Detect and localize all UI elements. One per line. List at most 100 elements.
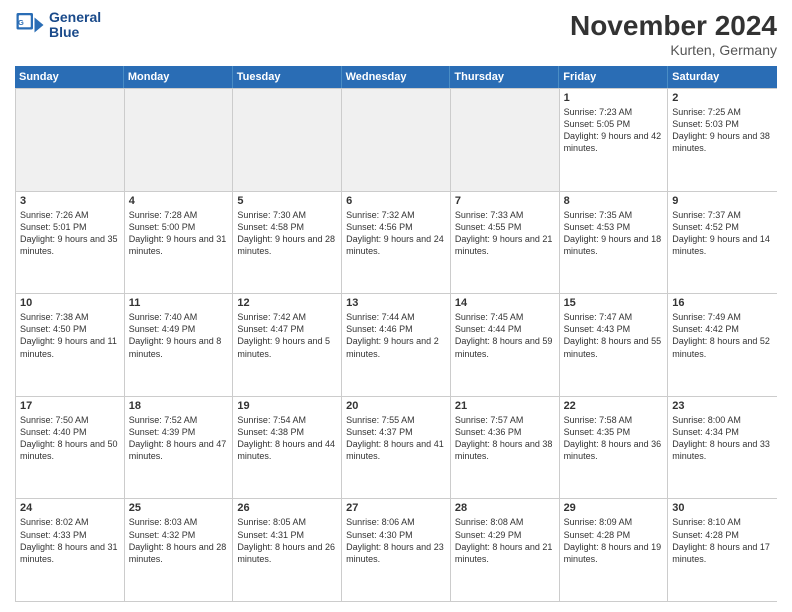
calendar-cell: 13 Sunrise: 7:44 AM Sunset: 4:46 PM Dayli… [342, 294, 451, 396]
header: G General Blue November 2024 Kurten, Ger… [15, 10, 777, 58]
day-number: 11 [129, 297, 229, 309]
title-block: November 2024 Kurten, Germany [570, 10, 777, 58]
day-number: 19 [237, 400, 337, 412]
day-info: Sunrise: 7:38 AM Sunset: 4:50 PM Dayligh… [20, 311, 120, 360]
day-info: Sunrise: 8:06 AM Sunset: 4:30 PM Dayligh… [346, 516, 446, 565]
calendar-cell: 23 Sunrise: 8:00 AM Sunset: 4:34 PM Dayli… [668, 397, 777, 499]
calendar-cell: 29 Sunrise: 8:09 AM Sunset: 4:28 PM Dayli… [560, 499, 669, 601]
calendar-cell: 26Sunrise: 8:05 AM Sunset: 4:31 PM Dayli… [233, 499, 342, 601]
calendar-cell: 10Sunrise: 7:38 AM Sunset: 4:50 PM Dayli… [16, 294, 125, 396]
logo-line2: Blue [49, 25, 101, 40]
calendar-day-header: Sunday [15, 66, 124, 88]
day-info: Sunrise: 8:08 AM Sunset: 4:29 PM Dayligh… [455, 516, 555, 565]
calendar-week: 3Sunrise: 7:26 AM Sunset: 5:01 PM Daylig… [16, 191, 777, 294]
logo: G General Blue [15, 10, 101, 41]
day-info: Sunrise: 7:32 AM Sunset: 4:56 PM Dayligh… [346, 209, 446, 258]
calendar-body: 1 Sunrise: 7:23 AM Sunset: 5:05 PM Daylig… [15, 88, 777, 602]
day-info: Sunrise: 7:35 AM Sunset: 4:53 PM Dayligh… [564, 209, 664, 258]
calendar-cell [451, 89, 560, 191]
location: Kurten, Germany [570, 42, 777, 58]
day-info: Sunrise: 7:55 AM Sunset: 4:37 PM Dayligh… [346, 414, 446, 463]
calendar-cell: 12Sunrise: 7:42 AM Sunset: 4:47 PM Dayli… [233, 294, 342, 396]
day-number: 18 [129, 400, 229, 412]
calendar-week: 17 Sunrise: 7:50 AM Sunset: 4:40 PM Dayli… [16, 396, 777, 499]
calendar-day-header: Wednesday [342, 66, 451, 88]
day-number: 12 [237, 297, 337, 309]
day-number: 28 [455, 502, 555, 514]
day-info: Sunrise: 7:30 AM Sunset: 4:58 PM Dayligh… [237, 209, 337, 258]
calendar-cell: 22 Sunrise: 7:58 AM Sunset: 4:35 PM Dayli… [560, 397, 669, 499]
day-number: 5 [237, 195, 337, 207]
day-info: Sunrise: 7:57 AM Sunset: 4:36 PM Dayligh… [455, 414, 555, 463]
calendar-cell [342, 89, 451, 191]
day-number: 25 [129, 502, 229, 514]
day-info: Sunrise: 7:49 AM Sunset: 4:42 PM Dayligh… [672, 311, 773, 360]
day-number: 22 [564, 400, 664, 412]
calendar-cell: 11 Sunrise: 7:40 AM Sunset: 4:49 PM Dayli… [125, 294, 234, 396]
day-number: 23 [672, 400, 773, 412]
calendar-cell: 4 Sunrise: 7:28 AM Sunset: 5:00 PM Daylig… [125, 192, 234, 294]
day-info: Sunrise: 7:58 AM Sunset: 4:35 PM Dayligh… [564, 414, 664, 463]
day-number: 30 [672, 502, 773, 514]
calendar-cell: 14 Sunrise: 7:45 AM Sunset: 4:44 PM Dayli… [451, 294, 560, 396]
calendar-cell [125, 89, 234, 191]
month-year: November 2024 [570, 10, 777, 42]
day-number: 17 [20, 400, 120, 412]
logo-text: General Blue [49, 10, 101, 41]
calendar-cell: 27 Sunrise: 8:06 AM Sunset: 4:30 PM Dayli… [342, 499, 451, 601]
calendar-week: 10Sunrise: 7:38 AM Sunset: 4:50 PM Dayli… [16, 293, 777, 396]
calendar-cell: 1 Sunrise: 7:23 AM Sunset: 5:05 PM Daylig… [560, 89, 669, 191]
calendar-day-header: Thursday [450, 66, 559, 88]
day-number: 16 [672, 297, 773, 309]
day-info: Sunrise: 7:33 AM Sunset: 4:55 PM Dayligh… [455, 209, 555, 258]
day-info: Sunrise: 8:00 AM Sunset: 4:34 PM Dayligh… [672, 414, 773, 463]
day-number: 27 [346, 502, 446, 514]
day-number: 9 [672, 195, 773, 207]
day-info: Sunrise: 8:02 AM Sunset: 4:33 PM Dayligh… [20, 516, 120, 565]
calendar-cell: 2 Sunrise: 7:25 AM Sunset: 5:03 PM Daylig… [668, 89, 777, 191]
day-info: Sunrise: 7:23 AM Sunset: 5:05 PM Dayligh… [564, 106, 664, 155]
day-number: 13 [346, 297, 446, 309]
svg-text:G: G [18, 18, 24, 27]
calendar-cell: 16 Sunrise: 7:49 AM Sunset: 4:42 PM Dayli… [668, 294, 777, 396]
day-info: Sunrise: 7:44 AM Sunset: 4:46 PM Dayligh… [346, 311, 446, 360]
calendar-cell: 8Sunrise: 7:35 AM Sunset: 4:53 PM Daylig… [560, 192, 669, 294]
day-info: Sunrise: 7:37 AM Sunset: 4:52 PM Dayligh… [672, 209, 773, 258]
day-info: Sunrise: 7:52 AM Sunset: 4:39 PM Dayligh… [129, 414, 229, 463]
logo-line1: General [49, 10, 101, 25]
calendar-cell: 6Sunrise: 7:32 AM Sunset: 4:56 PM Daylig… [342, 192, 451, 294]
day-info: Sunrise: 8:09 AM Sunset: 4:28 PM Dayligh… [564, 516, 664, 565]
day-number: 29 [564, 502, 664, 514]
day-info: Sunrise: 7:54 AM Sunset: 4:38 PM Dayligh… [237, 414, 337, 463]
day-info: Sunrise: 7:25 AM Sunset: 5:03 PM Dayligh… [672, 106, 773, 155]
calendar-cell: 21 Sunrise: 7:57 AM Sunset: 4:36 PM Dayli… [451, 397, 560, 499]
day-info: Sunrise: 8:03 AM Sunset: 4:32 PM Dayligh… [129, 516, 229, 565]
calendar-week: 24 Sunrise: 8:02 AM Sunset: 4:33 PM Dayli… [16, 498, 777, 601]
day-info: Sunrise: 7:28 AM Sunset: 5:00 PM Dayligh… [129, 209, 229, 258]
day-number: 1 [564, 92, 664, 104]
day-number: 21 [455, 400, 555, 412]
calendar-cell: 24 Sunrise: 8:02 AM Sunset: 4:33 PM Dayli… [16, 499, 125, 601]
calendar-cell: 28 Sunrise: 8:08 AM Sunset: 4:29 PM Dayli… [451, 499, 560, 601]
day-info: Sunrise: 7:50 AM Sunset: 4:40 PM Dayligh… [20, 414, 120, 463]
day-number: 4 [129, 195, 229, 207]
day-number: 3 [20, 195, 120, 207]
calendar-cell: 20Sunrise: 7:55 AM Sunset: 4:37 PM Dayli… [342, 397, 451, 499]
page: G General Blue November 2024 Kurten, Ger… [0, 0, 792, 612]
calendar: SundayMondayTuesdayWednesdayThursdayFrid… [15, 66, 777, 602]
day-number: 24 [20, 502, 120, 514]
calendar-day-header: Tuesday [233, 66, 342, 88]
calendar-cell: 25 Sunrise: 8:03 AM Sunset: 4:32 PM Dayli… [125, 499, 234, 601]
calendar-cell: 19 Sunrise: 7:54 AM Sunset: 4:38 PM Dayli… [233, 397, 342, 499]
calendar-week: 1 Sunrise: 7:23 AM Sunset: 5:05 PM Daylig… [16, 88, 777, 191]
calendar-cell: 15Sunrise: 7:47 AM Sunset: 4:43 PM Dayli… [560, 294, 669, 396]
day-number: 15 [564, 297, 664, 309]
calendar-cell: 17 Sunrise: 7:50 AM Sunset: 4:40 PM Dayli… [16, 397, 125, 499]
calendar-day-header: Monday [124, 66, 233, 88]
day-number: 14 [455, 297, 555, 309]
day-number: 2 [672, 92, 773, 104]
day-info: Sunrise: 7:40 AM Sunset: 4:49 PM Dayligh… [129, 311, 229, 360]
day-info: Sunrise: 7:45 AM Sunset: 4:44 PM Dayligh… [455, 311, 555, 360]
calendar-cell [16, 89, 125, 191]
calendar-cell: 5 Sunrise: 7:30 AM Sunset: 4:58 PM Daylig… [233, 192, 342, 294]
